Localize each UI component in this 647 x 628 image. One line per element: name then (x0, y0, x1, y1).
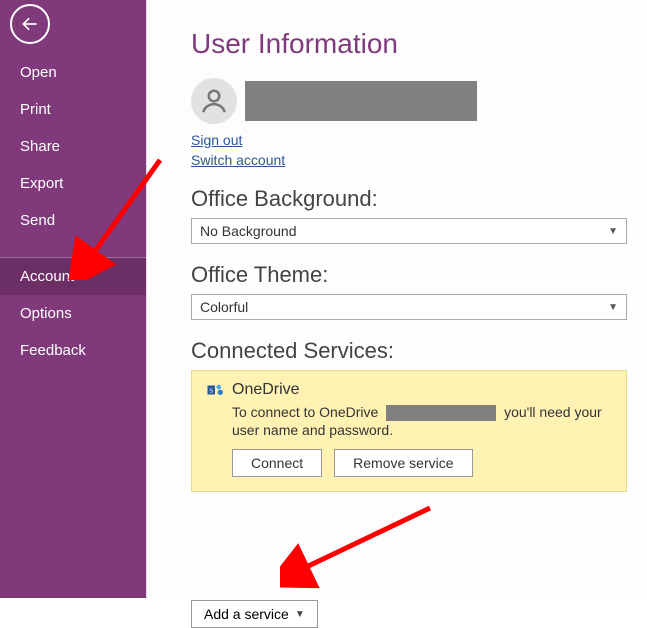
office-theme-heading: Office Theme: (191, 262, 627, 288)
remove-service-button[interactable]: Remove service (334, 449, 472, 477)
office-theme-dropdown[interactable]: Colorful ▼ (191, 294, 627, 320)
add-a-service-button[interactable]: Add a service ▼ (191, 600, 318, 628)
office-background-dropdown[interactable]: No Background ▼ (191, 218, 627, 244)
office-theme-value: Colorful (200, 299, 248, 315)
chevron-down-icon: ▼ (608, 302, 618, 313)
sidebar-item-export[interactable]: Export (0, 165, 146, 202)
app-root: Open Print Share Export Send Account Opt… (0, 0, 647, 598)
avatar (191, 78, 237, 124)
page-title: User Information (191, 28, 627, 60)
user-name-redacted (245, 81, 477, 121)
add-service-label: Add a service (204, 606, 289, 622)
connected-service-card: S OneDrive To connect to OneDrive you'll… (191, 370, 627, 492)
service-name: OneDrive (232, 381, 300, 399)
sharepoint-icon: S (206, 381, 224, 399)
service-account-redacted (386, 405, 496, 421)
sidebar-item-send[interactable]: Send (0, 202, 146, 239)
sign-out-link[interactable]: Sign out (191, 132, 242, 148)
sidebar-item-print[interactable]: Print (0, 91, 146, 128)
person-icon (199, 86, 229, 116)
sidebar-item-share[interactable]: Share (0, 128, 146, 165)
office-background-heading: Office Background: (191, 186, 627, 212)
sidebar-item-account[interactable]: Account (0, 258, 146, 295)
arrow-left-icon (20, 14, 40, 34)
switch-account-link[interactable]: Switch account (191, 152, 285, 168)
chevron-down-icon: ▼ (295, 609, 305, 620)
office-background-value: No Background (200, 223, 297, 239)
svg-text:S: S (209, 387, 213, 394)
sidebar-item-options[interactable]: Options (0, 295, 146, 332)
sidebar-item-open[interactable]: Open (0, 54, 146, 91)
backstage-sidebar: Open Print Share Export Send Account Opt… (0, 0, 146, 598)
back-button[interactable] (10, 4, 50, 44)
connect-button[interactable]: Connect (232, 449, 322, 477)
connected-services-heading: Connected Services: (191, 338, 627, 364)
user-row (191, 78, 627, 124)
chevron-down-icon: ▼ (608, 226, 618, 237)
service-description: To connect to OneDrive you'll need your … (232, 403, 612, 439)
main-panel: User Information Sign out Switch account… (146, 0, 647, 598)
sidebar-item-feedback[interactable]: Feedback (0, 332, 146, 369)
